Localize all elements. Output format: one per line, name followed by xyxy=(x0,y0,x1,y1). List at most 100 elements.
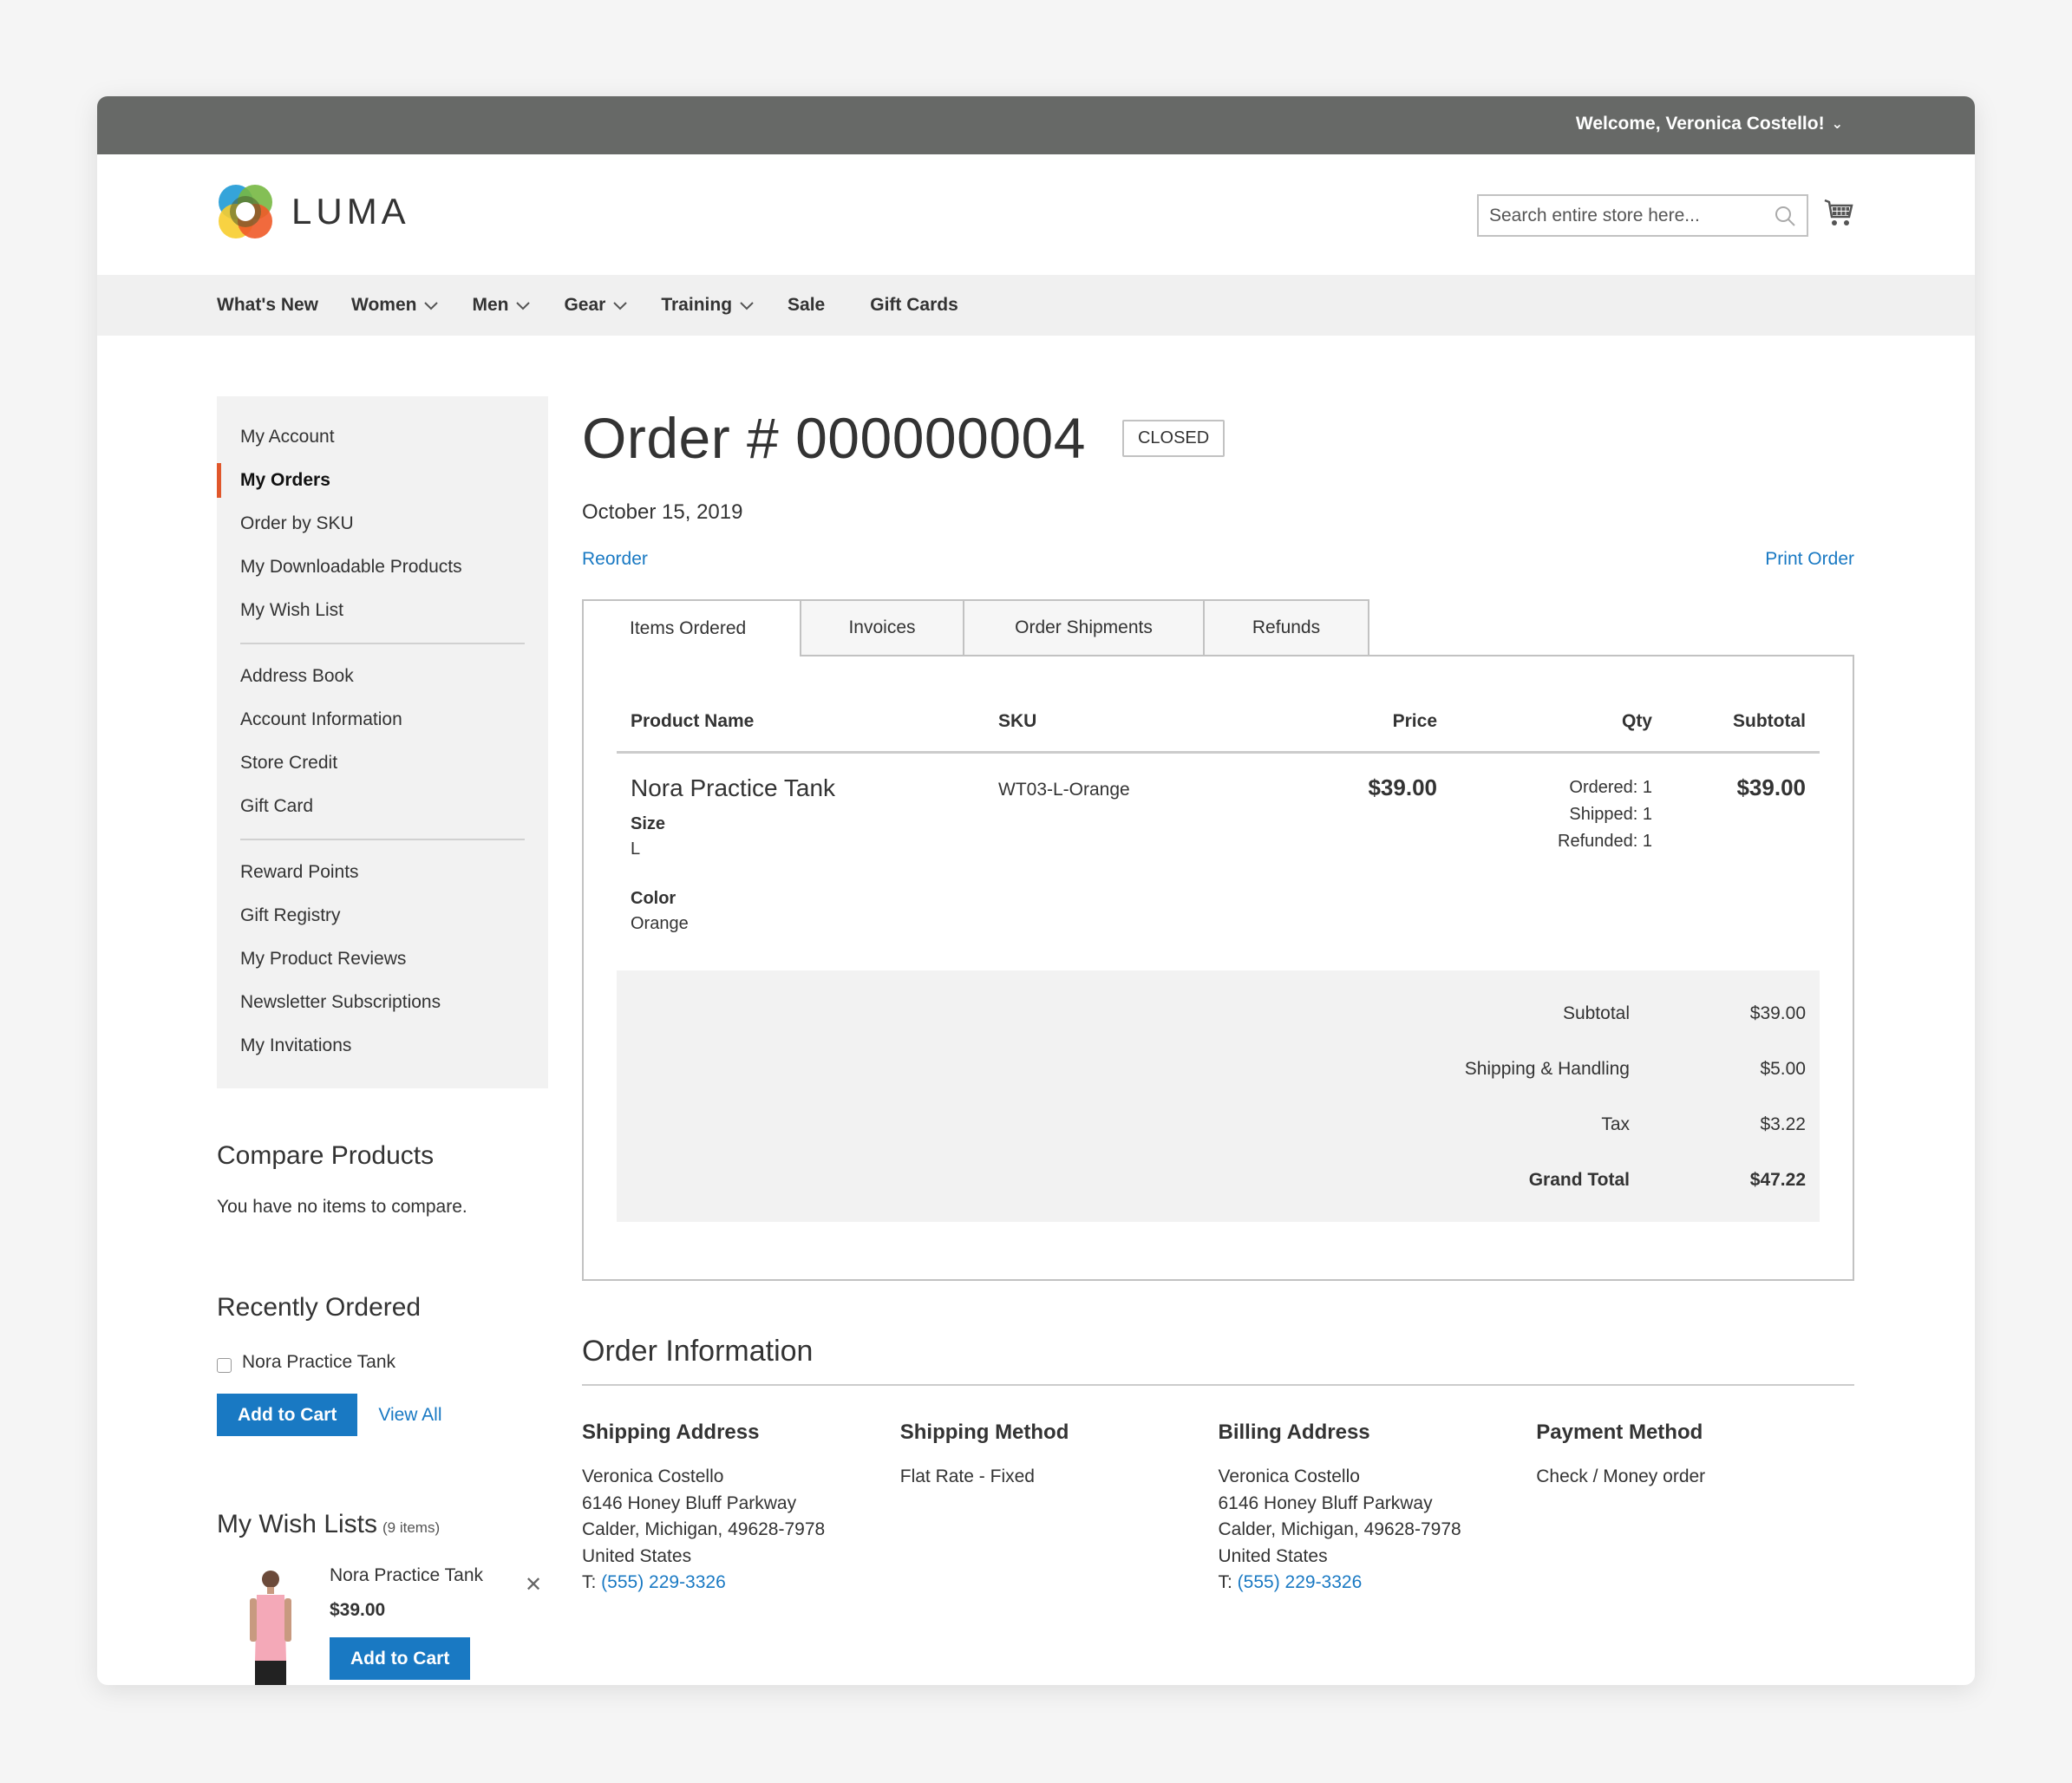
welcome-menu[interactable]: Welcome, Veronica Costello! ⌄ xyxy=(1576,114,1843,134)
chevron-down-icon xyxy=(424,302,439,310)
phone-link[interactable]: (555) 229-3326 xyxy=(601,1572,726,1592)
address-line: 6146 Honey Bluff Parkway xyxy=(1218,1492,1433,1513)
order-information: Order Information Shipping Address Veron… xyxy=(582,1335,1854,1597)
sidebar-item-account-information[interactable]: Account Information xyxy=(217,698,548,741)
totals-value: $5.00 xyxy=(1760,1059,1806,1079)
page-title: Order # 000000004 xyxy=(582,406,1086,470)
search-icon[interactable] xyxy=(1774,205,1796,227)
order-totals: Subtotal $39.00 Shipping & Handling $5.0… xyxy=(617,970,1820,1222)
nav-label: Gear xyxy=(564,295,606,315)
wishlist-add-to-cart-button[interactable]: Add to Cart xyxy=(330,1637,471,1680)
totals-row-subtotal: Subtotal $39.00 xyxy=(617,986,1806,1042)
order-information-grid: Shipping Address Veronica Costello 6146 … xyxy=(582,1421,1854,1597)
tab-invoices[interactable]: Invoices xyxy=(801,599,964,656)
compare-products-block: Compare Products You have no items to co… xyxy=(217,1141,467,1218)
recent-item-name[interactable]: Nora Practice Tank xyxy=(242,1352,395,1373)
sku-cell: WT03-L-Orange xyxy=(998,780,1130,800)
close-icon[interactable]: ✕ xyxy=(525,1572,542,1597)
sidebar-divider xyxy=(240,839,525,840)
sidebar-item-order-by-sku[interactable]: Order by SKU xyxy=(217,502,548,545)
search-input[interactable] xyxy=(1489,205,1774,226)
sidebar-item-wish-list[interactable]: My Wish List xyxy=(217,589,548,632)
chevron-down-icon: ⌄ xyxy=(1831,117,1843,132)
nav-item-gear[interactable]: Gear xyxy=(564,295,628,316)
recent-item-checkbox[interactable] xyxy=(217,1357,232,1373)
view-all-link[interactable]: View All xyxy=(378,1405,441,1426)
address-line: Calder, Michigan, 49628-7978 xyxy=(1218,1519,1461,1539)
tab-order-shipments[interactable]: Order Shipments xyxy=(964,599,1205,656)
items-table: Product Name SKU Price Qty Subtotal Nora… xyxy=(617,656,1820,1222)
qty-shipped: Shipped: 1 xyxy=(1569,805,1652,824)
order-actions: Reorder Print Order xyxy=(582,549,1854,570)
option-value: Orange xyxy=(631,914,689,933)
shipping-method-value: Flat Rate - Fixed xyxy=(899,1466,1035,1486)
product-image[interactable] xyxy=(234,1565,304,1685)
title-row: Order # 000000004 CLOSED xyxy=(582,405,1854,471)
order-tabs: Items Ordered Invoices Order Shipments R… xyxy=(582,599,1854,656)
payment-method-heading: Payment Method xyxy=(1536,1421,1703,1444)
top-bar: Welcome, Veronica Costello! ⌄ xyxy=(97,96,1975,154)
sidebar-item-newsletter[interactable]: Newsletter Subscriptions xyxy=(217,981,548,1024)
shipping-method-box: Shipping Method Flat Rate - Fixed xyxy=(900,1421,1219,1597)
sidebar-item-my-account[interactable]: My Account xyxy=(217,415,548,459)
tab-items-ordered[interactable]: Items Ordered xyxy=(582,599,801,656)
sidebar-item-reward-points[interactable]: Reward Points xyxy=(217,851,548,894)
recent-add-to-cart-button[interactable]: Add to Cart xyxy=(217,1394,358,1436)
nav-item-women[interactable]: Women xyxy=(351,295,439,316)
compare-empty-text: You have no items to compare. xyxy=(217,1197,467,1217)
nav-item-training[interactable]: Training xyxy=(661,295,755,316)
table-header: Product Name SKU Price Qty Subtotal xyxy=(617,656,1820,754)
option-value: L xyxy=(631,839,641,859)
nav-item-men[interactable]: Men xyxy=(472,295,531,316)
sidebar-item-my-orders[interactable]: My Orders xyxy=(217,459,548,502)
main-nav: What's New Women Men Gear Training Sale … xyxy=(97,275,1975,336)
wishlist-header: My Wish Lists (9 items) xyxy=(217,1510,548,1539)
nav-label: Women xyxy=(351,295,417,315)
phone-link[interactable]: (555) 229-3326 xyxy=(1238,1572,1363,1592)
nav-item-sale[interactable]: Sale xyxy=(788,295,825,316)
sidebar-item-product-reviews[interactable]: My Product Reviews xyxy=(217,937,548,981)
browser-page: Welcome, Veronica Costello! ⌄ LUMA Searc… xyxy=(97,96,1975,1685)
account-sidebar: My Account My Orders Order by SKU My Dow… xyxy=(217,396,548,1088)
totals-value: $47.22 xyxy=(1749,1170,1806,1190)
price-cell: $39.00 xyxy=(1368,774,1437,800)
compare-title: Compare Products xyxy=(217,1141,435,1170)
sidebar-item-address-book[interactable]: Address Book xyxy=(217,655,548,698)
wishlist-title: My Wish Lists xyxy=(217,1510,378,1538)
totals-value: $39.00 xyxy=(1749,1003,1806,1023)
search-box[interactable] xyxy=(1477,194,1808,237)
wishlist-block: My Wish Lists (9 items) Nora Practice Ta… xyxy=(217,1510,548,1685)
phone-line: T: (555) 229-3326 xyxy=(1219,1570,1537,1597)
phone-prefix: T: xyxy=(582,1572,602,1592)
print-order-link[interactable]: Print Order xyxy=(1765,549,1854,570)
nav-item-gift-cards[interactable]: Gift Cards xyxy=(870,295,958,316)
sidebar-item-store-credit[interactable]: Store Credit xyxy=(217,741,548,785)
col-qty: Qty xyxy=(1621,711,1652,731)
sidebar-item-invitations[interactable]: My Invitations xyxy=(217,1024,548,1068)
wishlist-item: Nora Practice Tank $39.00 Add to Cart ✕ xyxy=(217,1565,548,1685)
recent-item: Nora Practice Tank xyxy=(217,1352,548,1373)
tab-refunds[interactable]: Refunds xyxy=(1205,599,1369,656)
nav-item-whats-new[interactable]: What's New xyxy=(217,295,318,316)
sidebar-item-gift-registry[interactable]: Gift Registry xyxy=(217,894,548,937)
option-label: Color xyxy=(631,889,677,908)
wishlist-item-name[interactable]: Nora Practice Tank xyxy=(330,1565,483,1586)
phone-prefix: T: xyxy=(1218,1572,1238,1592)
chevron-down-icon xyxy=(740,302,754,310)
nav-label: Men xyxy=(472,295,509,315)
totals-label: Grand Total xyxy=(1528,1170,1630,1190)
recent-actions: Add to Cart View All xyxy=(217,1394,548,1436)
sidebar-item-gift-card[interactable]: Gift Card xyxy=(217,785,548,828)
status-badge: CLOSED xyxy=(1121,419,1226,457)
sidebar-item-downloadable-products[interactable]: My Downloadable Products xyxy=(217,545,548,589)
logo[interactable]: LUMA xyxy=(217,183,410,240)
reorder-link[interactable]: Reorder xyxy=(582,549,648,570)
sidebar-divider xyxy=(240,643,525,644)
subtotal-cell: $39.00 xyxy=(1736,774,1806,800)
qty-ordered: Ordered: 1 xyxy=(1569,778,1652,797)
order-date: October 15, 2019 xyxy=(582,500,743,524)
cart-icon[interactable] xyxy=(1823,198,1854,229)
nav-label: What's New xyxy=(217,295,319,315)
option-label: Size xyxy=(631,814,666,833)
product-name: Nora Practice Tank xyxy=(631,774,836,801)
